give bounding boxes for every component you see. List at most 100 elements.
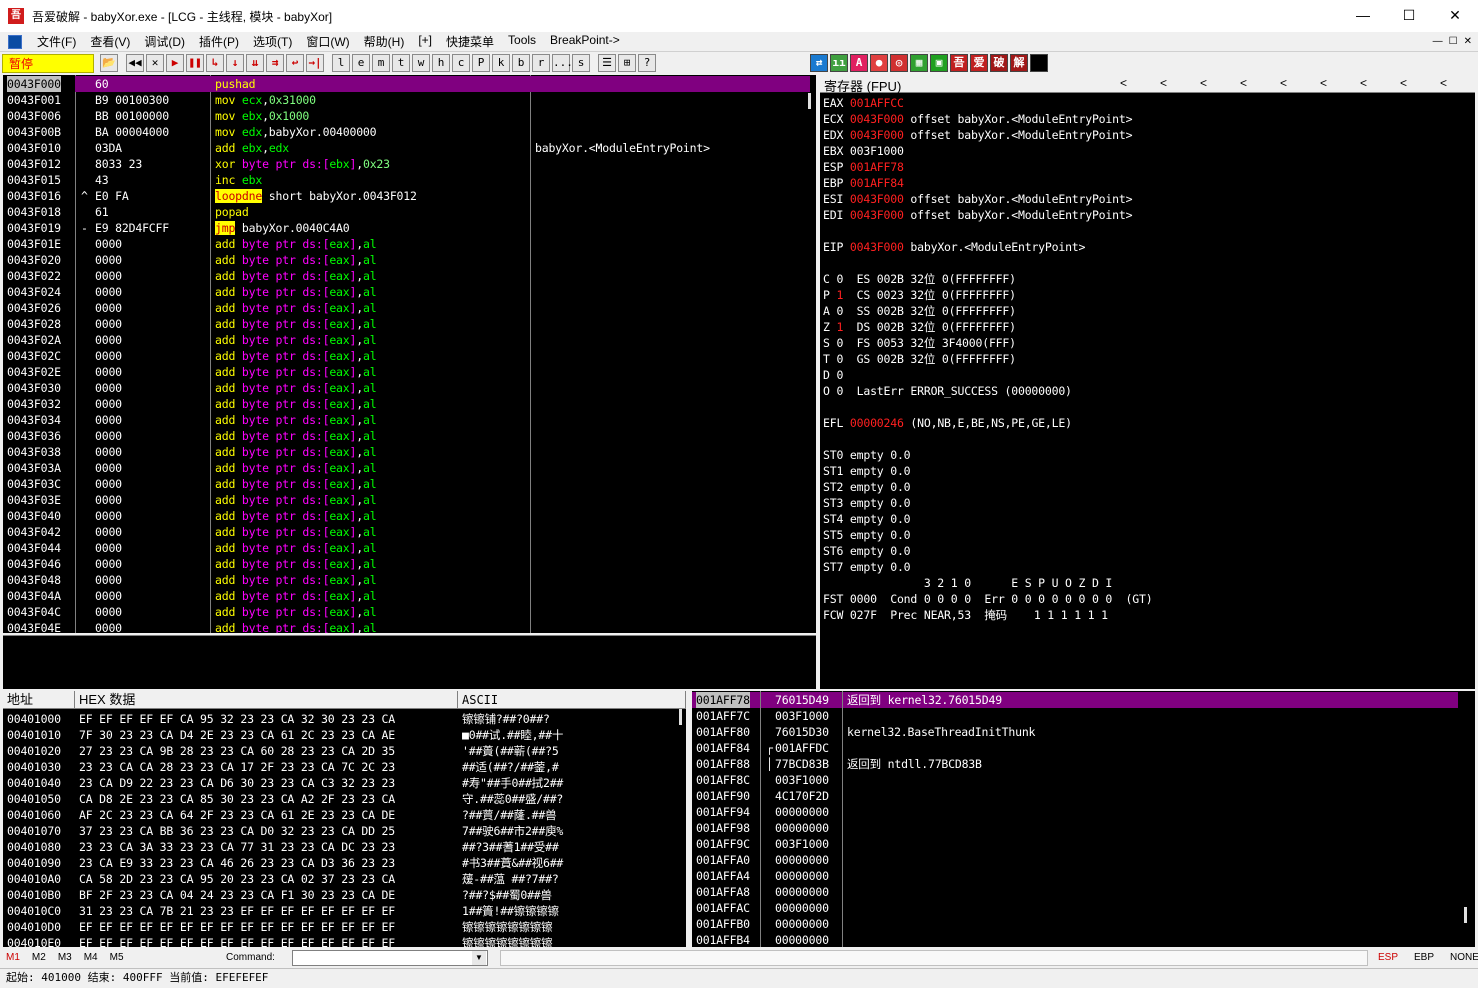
plugin-button[interactable]: 吾 xyxy=(950,54,968,72)
nav-arrow-button[interactable]: < xyxy=(1120,76,1127,90)
stack-row[interactable]: 001AFF80 76015D30 kernel32.BaseThreadInitT… xyxy=(692,724,1458,740)
menu-item[interactable]: Tools xyxy=(501,33,543,50)
register-line[interactable]: ST3 empty 0.0 xyxy=(823,495,911,511)
disasm-row[interactable]: 0043F019 - E9 82D4FCFF jmp babyXor.0040C4A0 xyxy=(3,220,816,236)
menu-item[interactable]: BreakPoint-> xyxy=(543,33,627,50)
plugin-button[interactable]: ⇄ xyxy=(810,54,828,72)
disasm-row[interactable]: 0043F03A 0000 add byte ptr ds:[eax],al xyxy=(3,460,816,476)
stack-row[interactable]: 001AFF7C 003F1000 xyxy=(692,708,1458,724)
plugin-button[interactable]: 破 xyxy=(990,54,1008,72)
toolbar-button[interactable]: r xyxy=(532,54,550,72)
stack-row[interactable]: 001AFF98 00000000 xyxy=(692,820,1458,836)
mdi-button[interactable]: ✕ xyxy=(1464,32,1472,51)
memory-tab[interactable]: M2 xyxy=(32,948,46,968)
toolbar-button[interactable]: ✕ xyxy=(146,54,164,72)
scrollbar-thumb[interactable] xyxy=(679,709,682,725)
toolbar-button[interactable]: ⇉ xyxy=(266,54,284,72)
register-line[interactable]: EIP 0043F000 babyXor.<ModuleEntryPoint> xyxy=(823,239,1085,255)
plugin-button[interactable]: ▦ xyxy=(910,54,928,72)
disasm-row[interactable]: 0043F032 0000 add byte ptr ds:[eax],al xyxy=(3,396,816,412)
disasm-row[interactable]: 0043F03E 0000 add byte ptr ds:[eax],al xyxy=(3,492,816,508)
toolbar-button[interactable]: ↩ xyxy=(286,54,304,72)
dump-column-header[interactable]: HEX 数据 xyxy=(75,691,458,709)
plugin-button[interactable]: ıı xyxy=(830,54,848,72)
stack-row[interactable]: 001AFFA0 00000000 xyxy=(692,852,1458,868)
toolbar-button[interactable]: ❚❚ xyxy=(186,54,204,72)
disasm-row[interactable]: 0043F016 ^ E0 FA loopdne short babyXor.0043… xyxy=(3,188,816,204)
disasm-row[interactable]: 0043F00B BA 00004000 mov edx,babyXor.00400… xyxy=(3,124,816,140)
menu-item[interactable]: 调试(D) xyxy=(137,33,192,50)
disasm-row[interactable]: 0043F012 8033 23 xor byte ptr ds:[ebx],0x2… xyxy=(3,156,816,172)
toolbar-button[interactable]: P xyxy=(472,54,490,72)
register-line[interactable]: ST1 empty 0.0 xyxy=(823,463,911,479)
toolbar-button[interactable]: h xyxy=(432,54,450,72)
disasm-row[interactable]: 0043F024 0000 add byte ptr ds:[eax],al xyxy=(3,284,816,300)
nav-arrow-button[interactable]: < xyxy=(1200,76,1207,90)
disasm-row[interactable]: 0043F000 60 pushad xyxy=(3,76,816,92)
stack-row[interactable]: 001AFF88 │ 77BCD83B 返回到 ntdll.77BCD83B xyxy=(692,756,1458,772)
register-line[interactable]: EBP 001AFF84 xyxy=(823,175,904,191)
menu-item[interactable]: [+] xyxy=(411,33,439,50)
nav-arrow-button[interactable]: < xyxy=(1440,76,1447,90)
menu-item[interactable]: 查看(V) xyxy=(83,33,137,50)
dump-column-header[interactable]: 地址 xyxy=(3,691,75,709)
register-line[interactable]: ESI 0043F000 offset babyXor.<ModuleEntry… xyxy=(823,191,1133,207)
register-line[interactable]: S 0 FS 0053 32位 3F4000(FFF) xyxy=(823,335,1016,351)
stack-row[interactable]: 001AFF8C 003F1000 xyxy=(692,772,1458,788)
memory-tab[interactable]: M5 xyxy=(110,948,124,968)
close-button[interactable]: ✕ xyxy=(1432,0,1478,32)
menu-item[interactable]: 插件(P) xyxy=(192,33,246,50)
stack-row[interactable]: 001AFF9C 003F1000 xyxy=(692,836,1458,852)
nav-arrow-button[interactable]: < xyxy=(1240,76,1247,90)
register-line[interactable]: ST4 empty 0.0 xyxy=(823,511,911,527)
disasm-row[interactable]: 0043F046 0000 add byte ptr ds:[eax],al xyxy=(3,556,816,572)
plugin-button[interactable]: ● xyxy=(870,54,888,72)
register-line[interactable]: Z 1 DS 002B 32位 0(FFFFFFFF) xyxy=(823,319,1016,335)
register-line[interactable]: EAX 001AFFCC xyxy=(823,95,904,111)
scrollbar-thumb[interactable] xyxy=(808,93,811,109)
disasm-row[interactable]: 0043F048 0000 add byte ptr ds:[eax],al xyxy=(3,572,816,588)
nav-arrow-button[interactable]: < xyxy=(1320,76,1327,90)
disasm-row[interactable]: 0043F028 0000 add byte ptr ds:[eax],al xyxy=(3,316,816,332)
stack-view-button[interactable]: NONE xyxy=(1450,948,1478,968)
disasm-row[interactable]: 0043F030 0000 add byte ptr ds:[eax],al xyxy=(3,380,816,396)
stack-row[interactable]: 001AFFAC 00000000 xyxy=(692,900,1458,916)
register-line[interactable]: ST5 empty 0.0 xyxy=(823,527,911,543)
toolbar-button[interactable]: c xyxy=(452,54,470,72)
stack-pane[interactable]: 001AFF78 76015D49 返回到 kernel32.76015D49 001… xyxy=(692,691,1475,947)
register-line[interactable]: EFL 00000246 (NO,NB,E,BE,NS,PE,GE,LE) xyxy=(823,415,1072,431)
mdi-button[interactable]: ☐ xyxy=(1449,32,1458,51)
dump-column-header[interactable]: ASCII xyxy=(458,691,686,709)
toolbar-button[interactable]: ⇊ xyxy=(246,54,264,72)
register-line[interactable]: D 0 xyxy=(823,367,843,383)
stack-row[interactable]: 001AFF78 76015D49 返回到 kernel32.76015D49 xyxy=(692,692,1458,708)
plugin-button[interactable] xyxy=(1030,54,1048,72)
disasm-row[interactable]: 0043F001 B9 00100300 mov ecx,0x31000 xyxy=(3,92,816,108)
scrollbar-thumb[interactable] xyxy=(1464,907,1467,923)
toolbar-button[interactable]: ☰ xyxy=(598,54,616,72)
stack-view-button[interactable]: ESP xyxy=(1378,948,1398,968)
disasm-row[interactable]: 0043F015 43 inc ebx xyxy=(3,172,816,188)
stack-row[interactable]: 001AFFB0 00000000 xyxy=(692,916,1458,932)
disasm-row[interactable]: 0043F04A 0000 add byte ptr ds:[eax],al xyxy=(3,588,816,604)
toolbar-button[interactable]: m xyxy=(372,54,390,72)
stack-row[interactable]: 001AFF94 00000000 xyxy=(692,804,1458,820)
menu-item[interactable]: 快捷菜单 xyxy=(439,33,501,50)
disasm-row[interactable]: 0043F018 61 popad xyxy=(3,204,816,220)
disasm-row[interactable]: 0043F04E 0000 add byte ptr ds:[eax],al xyxy=(3,620,816,633)
nav-arrow-button[interactable]: < xyxy=(1400,76,1407,90)
stack-row[interactable]: 001AFFB4 00000000 xyxy=(692,932,1458,947)
disasm-row[interactable]: 0043F02C 0000 add byte ptr ds:[eax],al xyxy=(3,348,816,364)
toolbar-button[interactable]: l xyxy=(332,54,350,72)
disasm-row[interactable]: 0043F038 0000 add byte ptr ds:[eax],al xyxy=(3,444,816,460)
register-line[interactable]: ST7 empty 0.0 xyxy=(823,559,911,575)
register-line[interactable]: ST0 empty 0.0 xyxy=(823,447,911,463)
toolbar-button[interactable]: →| xyxy=(306,54,324,72)
register-line[interactable]: O 0 LastErr ERROR_SUCCESS (00000000) xyxy=(823,383,1072,399)
register-line[interactable]: EDI 0043F000 offset babyXor.<ModuleEntry… xyxy=(823,207,1133,223)
register-line[interactable]: ECX 0043F000 offset babyXor.<ModuleEntry… xyxy=(823,111,1133,127)
memory-dump-pane[interactable]: 地址 HEX 数据 ASCII 00401000 EF EF EF EF EF CA 9… xyxy=(3,691,686,947)
disasm-row[interactable]: 0043F022 0000 add byte ptr ds:[eax],al xyxy=(3,268,816,284)
toolbar-button[interactable]: ↳ xyxy=(206,54,224,72)
register-line[interactable]: FCW 027F Prec NEAR,53 掩码 1 1 1 1 1 1 xyxy=(823,607,1108,623)
